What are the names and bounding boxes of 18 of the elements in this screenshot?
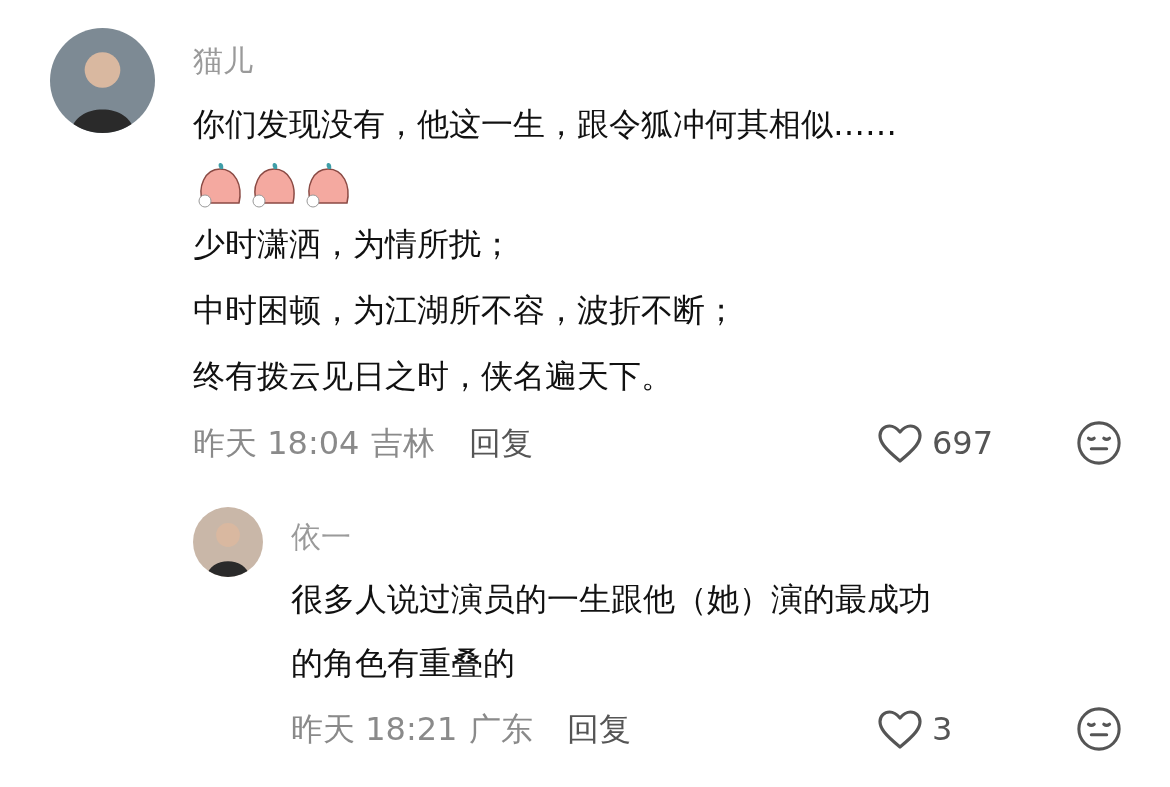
like-count: 3: [932, 709, 954, 750]
timestamp: 昨天 18:21: [291, 709, 458, 750]
reply-link[interactable]: 回复: [469, 419, 534, 467]
location: 吉林: [371, 423, 436, 464]
like-count: 697: [932, 423, 995, 464]
comment-text: 你们发现没有，他这一生，跟令狐冲何其相似……: [193, 104, 898, 145]
meh-face-icon[interactable]: [1076, 706, 1122, 752]
reply-text: 很多人说过演员的一生跟他（她）演的最成功: [291, 579, 932, 620]
comment-text: 终有拨云见日之时，侠名遍天下。: [193, 356, 674, 397]
timestamp: 昨天 18:04: [193, 423, 360, 464]
comment-text: 少时潇洒，为情所扰；: [193, 224, 514, 265]
heart-icon[interactable]: [876, 708, 924, 750]
comment-text: 中时困顿，为江湖所不容，波折不断；: [193, 290, 738, 331]
location: 广东: [469, 709, 534, 750]
reply-text: 的角色有重叠的: [291, 643, 516, 684]
heart-icon[interactable]: [876, 422, 924, 464]
reply-link[interactable]: 回复: [567, 705, 632, 753]
meh-face-icon[interactable]: [1076, 420, 1122, 466]
